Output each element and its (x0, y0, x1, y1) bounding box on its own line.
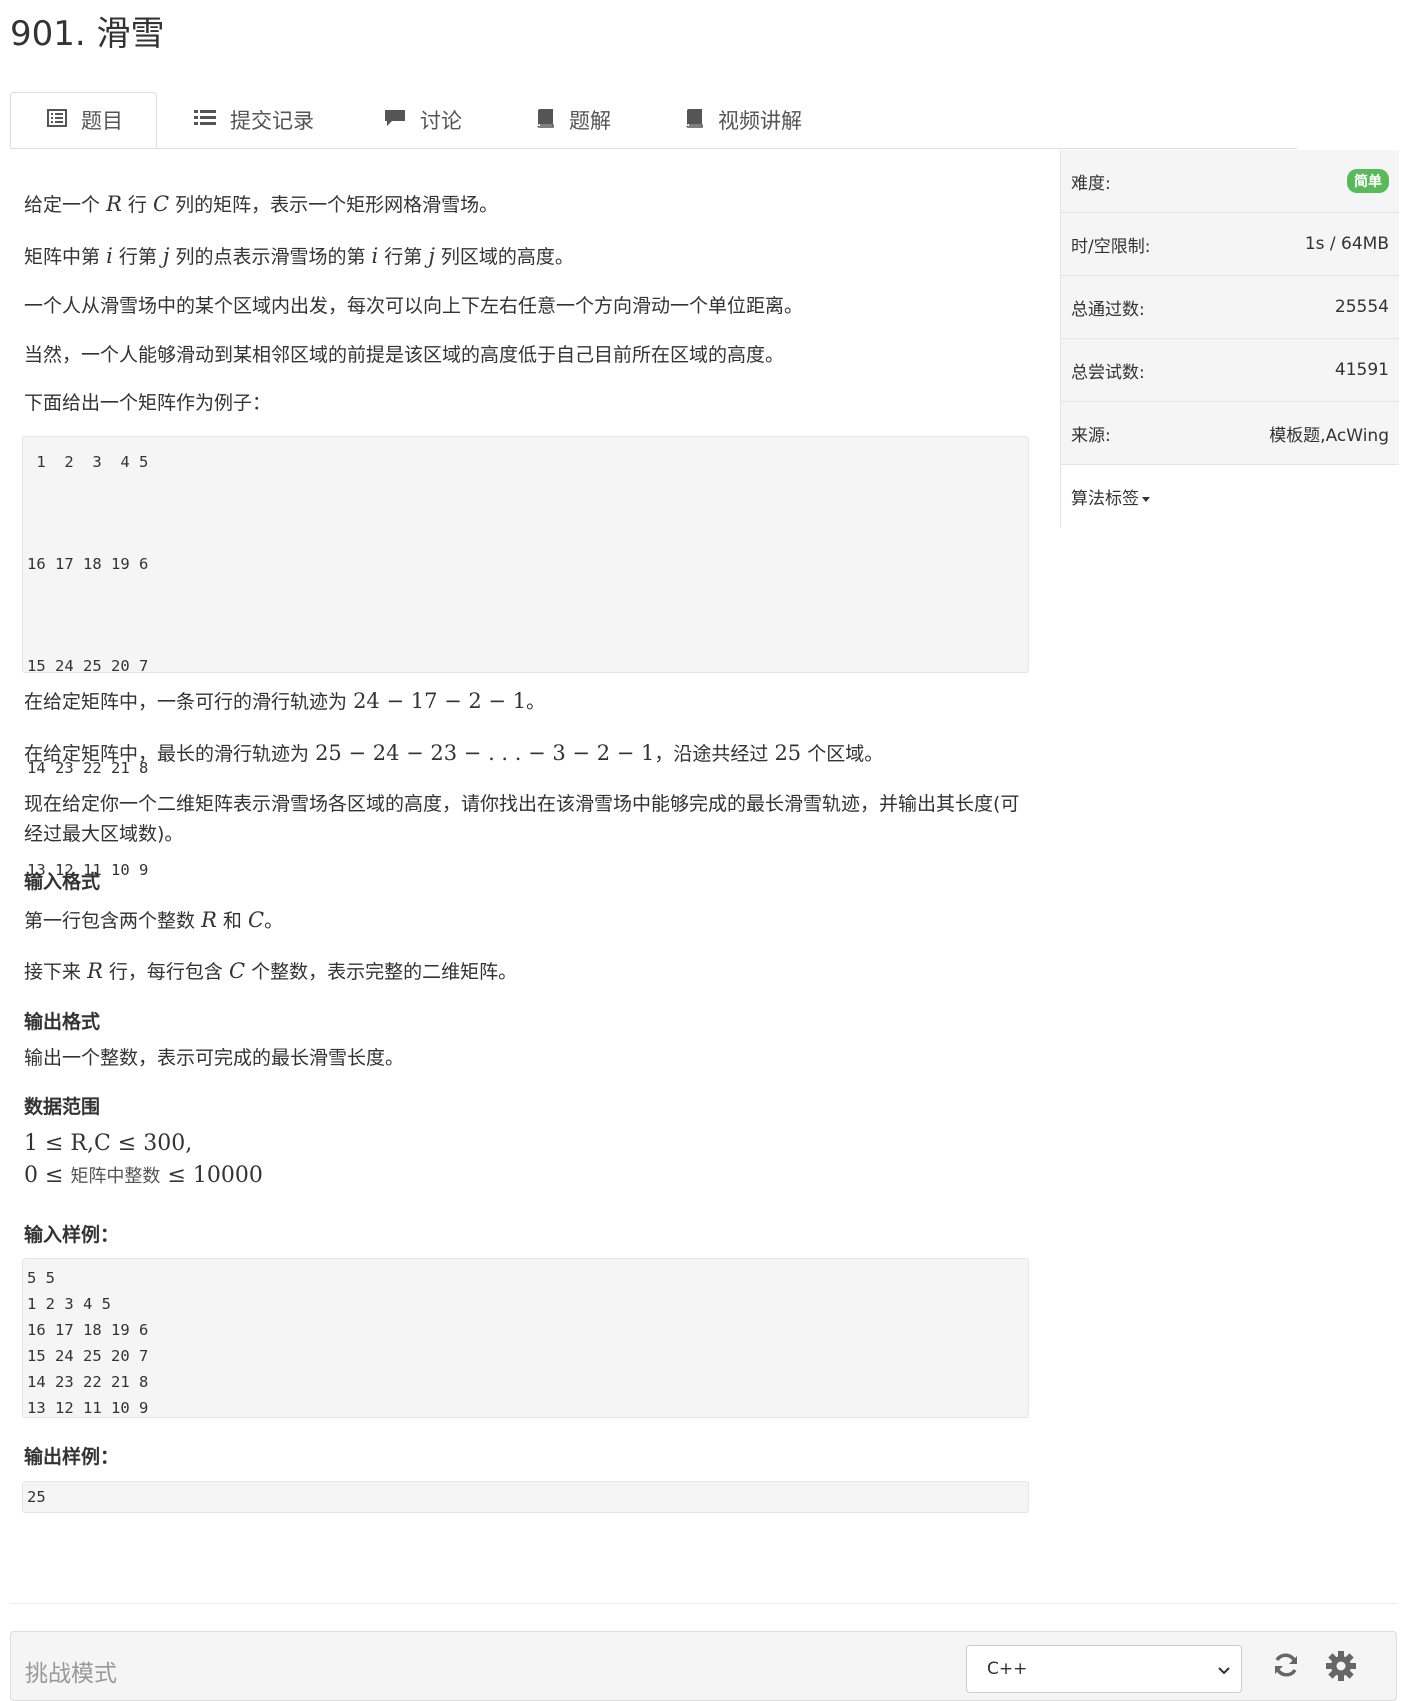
paragraph: 输出一个整数，表示可完成的最长滑雪长度。 (24, 1047, 405, 1070)
tags-dropdown[interactable]: 算法标签 (1071, 484, 1150, 509)
source-row: 来源: 模板题,AcWing (1061, 402, 1399, 465)
data-range-heading: 数据范围 (24, 1095, 101, 1118)
paragraph: 在给定矩阵中，一条可行的滑行轨迹为 24 − 17 − 2 − 1。 (24, 689, 546, 714)
divider (10, 1603, 1397, 1604)
paragraph: 当然，一个人能够滑动到某相邻区域的前提是该区域的高度低于自己目前所在区域的高度。 (24, 343, 785, 366)
tab-label: 讨论 (420, 109, 462, 133)
gear-icon[interactable] (1325, 1650, 1357, 1686)
tab-label: 题目 (81, 109, 123, 133)
tab-video[interactable]: 视频讲解 (684, 92, 802, 148)
limit-label: 时/空限制: (1071, 236, 1151, 257)
difficulty-label: 难度: (1071, 173, 1111, 194)
attempts-value: 41591 (1334, 360, 1389, 380)
input-format-heading: 输入格式 (24, 871, 101, 894)
sample-input-heading: 输入样例： (24, 1223, 120, 1246)
accepted-row: 总通过数: 25554 (1061, 276, 1399, 339)
paragraph: 现在给定你一个二维矩阵表示滑雪场各区域的高度，请你找出在该滑雪场中能够完成的最长… (24, 792, 1020, 845)
paragraph: 在给定矩阵中，最长的滑行轨迹为 25 − 24 − 23 − . . . − 3… (24, 740, 884, 765)
list-lines-icon (194, 108, 216, 132)
sample-output-block: 25 (22, 1480, 1029, 1513)
attempts-label: 总尝试数: (1071, 362, 1145, 383)
editor-toolbar: 挑战模式 C++ (10, 1631, 1397, 1701)
challenge-mode-toggle[interactable]: 挑战模式 (25, 1654, 117, 1688)
book-icon (684, 108, 704, 133)
output-format-heading: 输出格式 (24, 1010, 101, 1033)
tab-label: 题解 (569, 109, 611, 133)
difficulty-badge: 简单 (1347, 169, 1389, 193)
limit-row: 时/空限制: 1s / 64MB (1061, 213, 1399, 276)
comment-icon (384, 108, 406, 132)
paragraph: 接下来 R 行，每行包含 C 个整数，表示完整的二维矩阵。 (24, 959, 518, 984)
accepted-value: 25554 (1334, 297, 1389, 317)
tab-label: 提交记录 (230, 109, 314, 133)
problem-tabs: 题目 提交记录 讨论 题解 视频讲解 (10, 92, 1297, 149)
source-label: 来源: (1071, 425, 1111, 446)
source-value[interactable]: 模板题,AcWing (1269, 421, 1389, 446)
tags-row: 算法标签 (1061, 465, 1399, 528)
language-value: C++ (987, 1659, 1028, 1679)
tab-solutions[interactable]: 题解 (535, 92, 611, 148)
accepted-label: 总通过数: (1071, 299, 1145, 320)
paragraph: 一个人从滑雪场中的某个区域内出发，每次可以向上下左右任意一个方向滑动一个单位距离… (24, 295, 804, 318)
problem-description: 给定一个 R 行 C 列的矩阵，表示一个矩形网格滑雪场。 矩阵中第 i 行第 j… (22, 188, 1029, 1529)
paragraph: 第一行包含两个整数 R 和 C。 (24, 907, 284, 932)
paragraph: 下面给出一个矩阵作为例子： (24, 391, 272, 414)
chevron-down-icon (1217, 1661, 1231, 1681)
sample-input-block: 5 5 1 2 3 4 5 16 17 18 19 6 15 24 25 20 … (22, 1258, 1029, 1419)
paragraph: 给定一个 R 行 C 列的矩阵，表示一个矩形网格滑雪场。 (24, 192, 499, 216)
book-icon (535, 108, 555, 133)
sample-output-heading: 输出样例： (24, 1446, 120, 1469)
data-range: 1 ≤ R,C ≤ 300, 0 ≤ 矩阵中整数 ≤ 10000 (24, 1131, 263, 1188)
list-icon (47, 108, 67, 132)
problem-info-panel: 难度: 简单 时/空限制: 1s / 64MB 总通过数: 25554 总尝试数… (1060, 150, 1399, 528)
refresh-icon[interactable] (1271, 1650, 1301, 1684)
example-matrix-block: 1 2 3 4 5 16 17 18 19 6 15 24 25 20 7 14… (22, 436, 1029, 879)
attempts-row: 总尝试数: 41591 (1061, 339, 1399, 402)
paragraph: 矩阵中第 i 行第 j 列的点表示滑雪场的第 i 行第 j 列区域的高度。 (24, 243, 574, 268)
tab-discussion[interactable]: 讨论 (384, 92, 462, 148)
difficulty-row: 难度: 简单 (1061, 150, 1399, 213)
tab-problem[interactable]: 题目 (10, 92, 157, 148)
language-select[interactable]: C++ (966, 1645, 1242, 1693)
limit-value: 1s / 64MB (1304, 234, 1389, 254)
tags-label: 算法标签 (1071, 489, 1139, 509)
tab-label: 视频讲解 (718, 109, 802, 133)
page-title: 901. 滑雪 (10, 14, 165, 54)
caret-down-icon (1142, 496, 1150, 502)
tab-submissions[interactable]: 提交记录 (194, 92, 314, 148)
